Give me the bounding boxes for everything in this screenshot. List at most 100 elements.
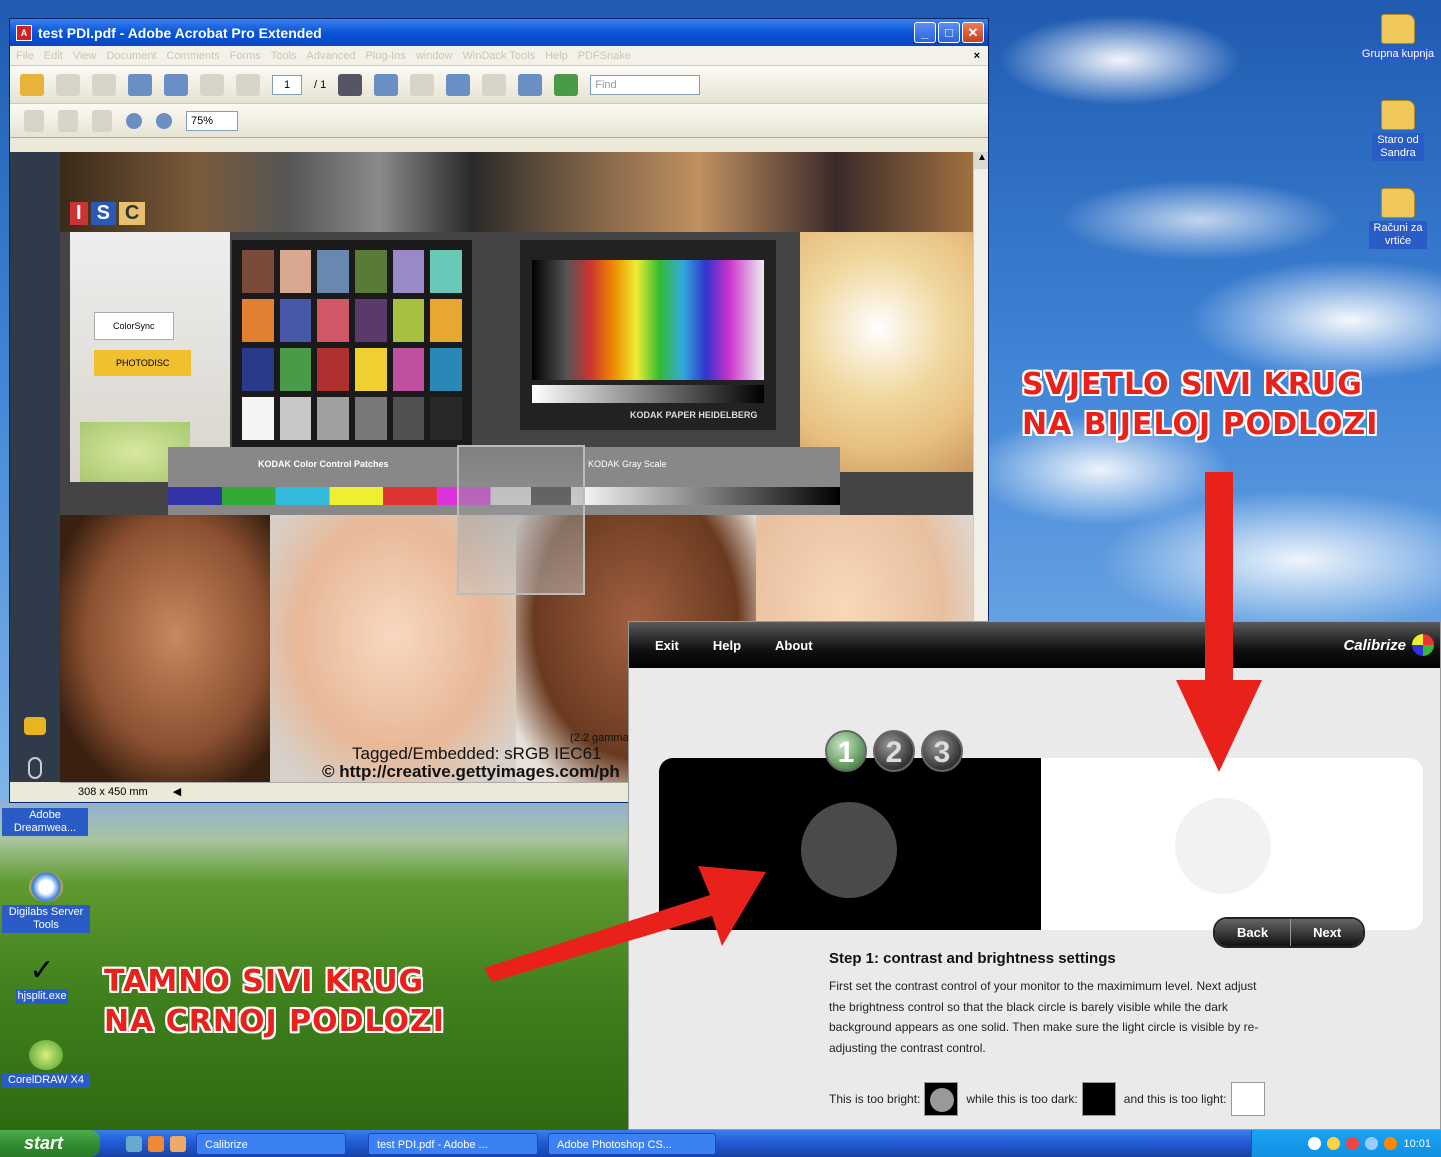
too-light-sample [1230, 1082, 1265, 1116]
task-acrobat[interactable]: test PDI.pdf - Adobe ... [368, 1132, 538, 1155]
navigation-pane [10, 152, 60, 782]
show-desktop-icon[interactable] [170, 1135, 186, 1152]
hand-tool-icon[interactable] [58, 109, 78, 132]
fit-width-icon[interactable] [164, 73, 188, 96]
desktop-icon-grupna-kupnja[interactable]: Grupna kupnja [1356, 14, 1440, 62]
gray-test-box [457, 445, 585, 595]
attachment-icon[interactable] [28, 757, 42, 779]
zoom-out-icon[interactable] [126, 112, 142, 129]
tray-icon[interactable] [1346, 1137, 1360, 1150]
start-button[interactable]: start [0, 1130, 100, 1157]
color-patch [430, 299, 462, 342]
menu-document[interactable]: Document [106, 50, 156, 62]
ie-icon[interactable] [126, 1135, 142, 1152]
task-photoshop[interactable]: Adobe Photoshop CS... [548, 1132, 716, 1155]
menu-view[interactable]: View [73, 50, 97, 62]
tray-icon[interactable] [1384, 1137, 1398, 1150]
network-icon[interactable] [1365, 1137, 1379, 1150]
close-document-icon[interactable]: × [974, 50, 980, 62]
desktop-icon-dreamweaver[interactable]: Adobe Dreamwea... [0, 808, 90, 836]
sign-icon[interactable] [446, 73, 471, 96]
desktop-icon-racuni-za-vrtice[interactable]: Računi za vrtiće [1356, 188, 1440, 249]
step-2[interactable]: 2 [873, 730, 915, 772]
desktop-icon-label: Računi za vrtiće [1369, 221, 1427, 249]
kodak-control-label: KODAK Color Control Patches [258, 459, 389, 469]
menu-help[interactable]: Help [545, 50, 568, 62]
scroll-left-icon[interactable]: ◀ [173, 786, 181, 798]
quick-launch [126, 1135, 186, 1152]
open-folder-icon[interactable] [20, 73, 44, 96]
select-tool-icon[interactable] [338, 73, 363, 96]
save-icon[interactable] [92, 73, 116, 96]
task-calibrize[interactable]: Calibrize [196, 1132, 346, 1155]
letter-block: C [118, 202, 146, 225]
export-icon[interactable] [554, 73, 579, 96]
kodak-gray-label: KODAK Gray Scale [588, 459, 667, 469]
calibrize-brand: Calibrize [1343, 636, 1406, 654]
scroll-up-icon[interactable]: ▲ [974, 152, 988, 169]
too-bright-label: This is too bright: [829, 1092, 921, 1106]
menu-pdfsnake[interactable]: PDFSnake [578, 50, 631, 62]
compare-icon[interactable] [518, 73, 543, 96]
comments-icon[interactable] [24, 717, 46, 735]
acrobat-menubar: File Edit View Document Comments Forms T… [10, 46, 988, 66]
color-patch [430, 348, 462, 391]
menu-exit[interactable]: Exit [655, 638, 679, 653]
step-3[interactable]: 3 [921, 730, 963, 772]
desktop-icon-coreldraw[interactable]: CorelDRAW X4 [0, 1040, 92, 1088]
desktop-icon-label: hjsplit.exe [15, 989, 69, 1004]
menu-advanced[interactable]: Advanced [307, 50, 356, 62]
desktop-icon-label: Digilabs Server Tools [2, 905, 90, 933]
minimize-button[interactable]: _ [914, 22, 936, 43]
find-input[interactable]: Find [590, 74, 701, 95]
fit-page-icon[interactable] [128, 73, 152, 96]
menu-comments[interactable]: Comments [167, 50, 220, 62]
back-button[interactable]: Back [1215, 919, 1291, 946]
menu-file[interactable]: File [16, 50, 34, 62]
color-patch [317, 299, 349, 342]
print-icon[interactable] [56, 73, 80, 96]
firefox-icon[interactable] [148, 1135, 164, 1152]
zoom-tool-icon[interactable] [92, 109, 112, 132]
page-total: / 1 [314, 78, 327, 91]
menu-windack-tools[interactable]: WinDack Tools [463, 50, 536, 62]
tray-icon[interactable] [1308, 1137, 1322, 1150]
page-number-input[interactable]: 1 [272, 74, 302, 95]
desktop-icon-hjsplit[interactable]: ✓ hjsplit.exe [0, 956, 84, 1004]
zoom-in-icon[interactable] [156, 112, 172, 129]
acrobat-app-icon: A [16, 24, 32, 41]
too-dark-sample [1081, 1082, 1116, 1116]
color-patch [279, 250, 312, 293]
menu-tools[interactable]: Tools [271, 50, 297, 62]
acrobat-titlebar[interactable]: A test PDI.pdf - Adobe Acrobat Pro Exten… [10, 19, 988, 46]
zoom-input[interactable]: 75% [186, 110, 238, 131]
page-view-icon[interactable] [482, 73, 507, 96]
maximize-button[interactable]: □ [938, 22, 960, 43]
menu-about[interactable]: About [775, 638, 813, 653]
step-1[interactable]: 1 [825, 730, 867, 772]
color-patch [354, 397, 387, 440]
menu-plugins[interactable]: Plug-Ins [365, 50, 405, 62]
menu-edit[interactable]: Edit [44, 50, 63, 62]
menu-window[interactable]: window [416, 50, 453, 62]
color-patch [430, 250, 462, 293]
page-size: 308 x 450 mm [78, 786, 148, 798]
text-field-icon[interactable] [410, 73, 435, 96]
prev-page-icon[interactable] [200, 73, 224, 96]
next-page-icon[interactable] [236, 73, 260, 96]
taskbar: start Calibrize test PDI.pdf - Adobe ...… [0, 1130, 1441, 1157]
crop-tool-icon[interactable] [374, 73, 399, 96]
desktop-icon-digilabs[interactable]: Digilabs Server Tools [0, 872, 92, 933]
color-checker-chart [232, 240, 472, 450]
it8-target: KODAK PAPER HEIDELBERG [520, 240, 776, 430]
menu-help[interactable]: Help [713, 638, 741, 653]
desktop-icon-staro-od-sandra[interactable]: Staro od Sandra [1356, 100, 1440, 161]
contrast-test-panel [659, 758, 1423, 930]
close-button[interactable]: ✕ [962, 22, 984, 43]
color-patch [392, 348, 425, 391]
select-text-icon[interactable] [24, 109, 44, 132]
menu-forms[interactable]: Forms [230, 50, 261, 62]
it8-gray-strip [532, 385, 764, 403]
security-shield-icon[interactable] [1327, 1137, 1341, 1150]
next-button[interactable]: Next [1290, 919, 1364, 946]
